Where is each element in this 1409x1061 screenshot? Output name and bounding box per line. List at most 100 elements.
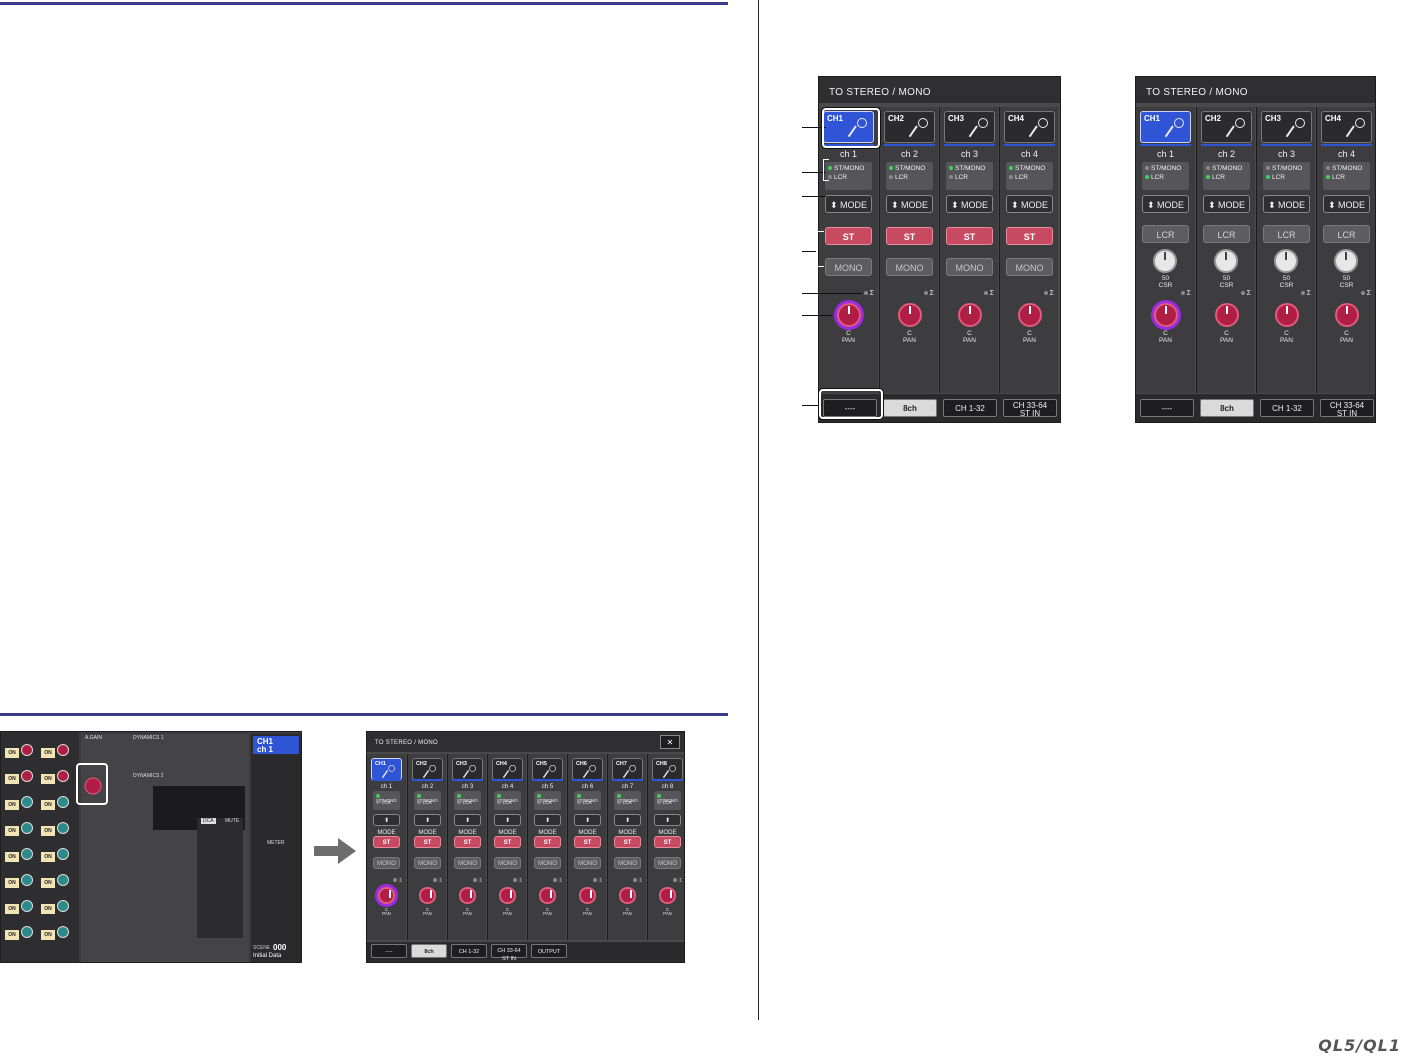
st-button[interactable]: ST bbox=[373, 835, 400, 848]
mono-button[interactable]: MONO bbox=[825, 258, 872, 276]
channel-thumbnail[interactable]: CH5 bbox=[532, 758, 563, 780]
st-button[interactable]: ST bbox=[574, 835, 601, 848]
tab-ch-33-64[interactable]: CH 33-64 ST IN bbox=[1003, 399, 1057, 418]
pan-knob[interactable] bbox=[836, 303, 861, 327]
mode-button[interactable]: ⬍ MODE bbox=[454, 813, 481, 836]
mono-button[interactable]: MONO bbox=[946, 258, 993, 276]
tab-[interactable]: ---- bbox=[371, 944, 407, 958]
mixer-knob[interactable] bbox=[21, 926, 33, 938]
mixer-knob[interactable] bbox=[57, 926, 69, 938]
mode-button[interactable]: ⬍ MODE bbox=[494, 813, 521, 836]
mixer-knob[interactable] bbox=[57, 744, 69, 756]
channel-thumbnail[interactable]: CH8 bbox=[652, 758, 683, 780]
mono-button[interactable]: MONO bbox=[534, 856, 561, 869]
pan-knob[interactable] bbox=[378, 887, 395, 904]
channel-thumbnail[interactable]: CH2 bbox=[884, 111, 935, 143]
lcr-button[interactable]: LCR bbox=[1323, 225, 1370, 243]
mode-button[interactable]: ⬍ MODE bbox=[1263, 195, 1310, 213]
st-button[interactable]: ST bbox=[534, 835, 561, 848]
st-button[interactable]: ST bbox=[886, 227, 933, 245]
mono-button[interactable]: MONO bbox=[494, 856, 521, 869]
mixer-knob[interactable] bbox=[21, 874, 33, 886]
mixer-on-button[interactable]: ON bbox=[5, 774, 19, 784]
lcr-button[interactable]: LCR bbox=[1263, 225, 1310, 243]
channel-thumbnail[interactable]: CH1 bbox=[371, 758, 402, 780]
pan-knob[interactable] bbox=[1017, 303, 1042, 327]
channel-thumbnail[interactable]: CH4 bbox=[1321, 111, 1372, 143]
mixer-on-button[interactable]: ON bbox=[5, 878, 19, 888]
pan-knob[interactable] bbox=[419, 887, 436, 904]
mixer-knob[interactable] bbox=[57, 770, 69, 782]
mixer-knob[interactable] bbox=[21, 796, 33, 808]
tab-output[interactable]: OUTPUT bbox=[531, 944, 567, 958]
mixer-on-button[interactable]: ON bbox=[5, 800, 19, 810]
st-button[interactable]: ST bbox=[1006, 227, 1053, 245]
mode-button[interactable]: ⬍ MODE bbox=[886, 195, 933, 213]
mode-button[interactable]: ⬍ MODE bbox=[414, 813, 441, 836]
mixer-on-button[interactable]: ON bbox=[5, 826, 19, 836]
mode-button[interactable]: ⬍ MODE bbox=[1142, 195, 1189, 213]
tab-ch-33-64[interactable]: CH 33-64 ST IN bbox=[491, 944, 527, 962]
mixer-on-button[interactable]: ON bbox=[41, 852, 55, 862]
lcr-button[interactable]: LCR bbox=[1203, 225, 1250, 243]
csr-knob[interactable] bbox=[1214, 249, 1238, 273]
mixer-knob[interactable] bbox=[21, 770, 33, 782]
mono-button[interactable]: MONO bbox=[414, 856, 441, 869]
mixer-on-button[interactable]: ON bbox=[41, 904, 55, 914]
close-icon[interactable]: ✕ bbox=[660, 735, 680, 749]
tab-ch-33-64[interactable]: CH 33-64 ST IN bbox=[1320, 399, 1374, 418]
mixer-knob[interactable] bbox=[57, 874, 69, 886]
mode-button[interactable]: ⬍ MODE bbox=[946, 195, 993, 213]
mono-button[interactable]: MONO bbox=[614, 856, 641, 869]
mono-button[interactable]: MONO bbox=[454, 856, 481, 869]
channel-thumbnail[interactable]: CH7 bbox=[612, 758, 643, 780]
pan-knob[interactable] bbox=[1334, 303, 1359, 327]
st-button[interactable]: ST bbox=[654, 835, 681, 848]
st-button[interactable]: ST bbox=[614, 835, 641, 848]
tab-ch-1-32[interactable]: CH 1-32 bbox=[451, 944, 487, 958]
channel-thumbnail[interactable]: CH2 bbox=[1201, 111, 1252, 143]
mono-button[interactable]: MONO bbox=[574, 856, 601, 869]
mixer-on-button[interactable]: ON bbox=[41, 930, 55, 940]
mixer-on-button[interactable]: ON bbox=[5, 748, 19, 758]
mode-button[interactable]: ⬍ MODE bbox=[1203, 195, 1250, 213]
channel-thumbnail[interactable]: CH4 bbox=[492, 758, 523, 780]
mode-button[interactable]: ⬍ MODE bbox=[534, 813, 561, 836]
mode-button[interactable]: ⬍ MODE bbox=[654, 813, 681, 836]
channel-thumbnail[interactable]: CH2 bbox=[412, 758, 443, 780]
mode-button[interactable]: ⬍ MODE bbox=[574, 813, 601, 836]
tab-ch-1-32[interactable]: CH 1-32 bbox=[943, 399, 997, 417]
mono-button[interactable]: MONO bbox=[1006, 258, 1053, 276]
pan-knob[interactable] bbox=[619, 887, 636, 904]
mode-button[interactable]: ⬍ MODE bbox=[1323, 195, 1370, 213]
mixer-knob[interactable] bbox=[21, 900, 33, 912]
mode-button[interactable]: ⬍ MODE bbox=[373, 813, 400, 836]
pan-knob[interactable] bbox=[499, 887, 516, 904]
csr-knob[interactable] bbox=[1153, 249, 1177, 273]
mode-button[interactable]: ⬍ MODE bbox=[825, 195, 872, 213]
pan-knob[interactable] bbox=[459, 887, 476, 904]
tab-8ch[interactable]: 8ch bbox=[883, 399, 937, 417]
csr-knob[interactable] bbox=[1274, 249, 1298, 273]
lcr-button[interactable]: LCR bbox=[1142, 225, 1189, 243]
mixer-knob[interactable] bbox=[57, 796, 69, 808]
tab-8ch[interactable]: 8ch bbox=[1200, 399, 1254, 417]
mono-button[interactable]: MONO bbox=[886, 258, 933, 276]
mixer-knob[interactable] bbox=[21, 848, 33, 860]
mode-button[interactable]: ⬍ MODE bbox=[614, 813, 641, 836]
mono-button[interactable]: MONO bbox=[373, 856, 400, 869]
pan-knob[interactable] bbox=[897, 303, 922, 327]
st-button[interactable]: ST bbox=[825, 227, 872, 245]
mixer-on-button[interactable]: ON bbox=[5, 904, 19, 914]
mixer-on-button[interactable]: ON bbox=[5, 852, 19, 862]
pan-knob[interactable] bbox=[1274, 303, 1299, 327]
tab-ch-1-32[interactable]: CH 1-32 bbox=[1260, 399, 1314, 417]
pan-knob[interactable] bbox=[1153, 303, 1178, 327]
mixer-knob[interactable] bbox=[57, 900, 69, 912]
mixer-knob[interactable] bbox=[21, 822, 33, 834]
channel-thumbnail[interactable]: CH3 bbox=[452, 758, 483, 780]
pan-knob[interactable] bbox=[539, 887, 556, 904]
mixer-on-button[interactable]: ON bbox=[41, 748, 55, 758]
mixer-on-button[interactable]: ON bbox=[41, 826, 55, 836]
st-button[interactable]: ST bbox=[414, 835, 441, 848]
